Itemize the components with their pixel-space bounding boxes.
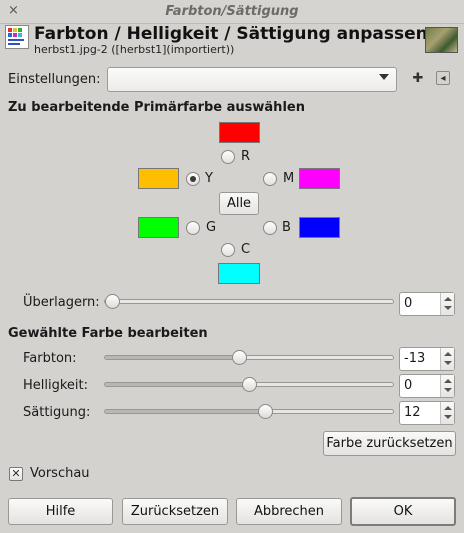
left-arrow-icon[interactable]: ◂ <box>436 71 450 85</box>
swatch-red[interactable] <box>219 122 260 143</box>
spin-down-icon[interactable] <box>444 415 452 419</box>
lightness-spinbox[interactable]: 0 <box>399 374 455 398</box>
image-name: herbst1.jpg-2 ([herbst1](importiert)) <box>34 43 235 56</box>
radio-magenta-label: M <box>283 171 295 186</box>
help-button[interactable]: Hilfe <box>8 498 113 525</box>
radio-blue[interactable] <box>263 221 277 235</box>
saturation-value: 12 <box>404 405 421 420</box>
radio-yellow-label: Y <box>205 171 213 186</box>
window-title: Farbton/Sättigung <box>165 4 299 19</box>
lightness-label: Helligkeit: <box>23 378 89 393</box>
swatch-yellow[interactable] <box>138 168 179 189</box>
spin-arrows[interactable] <box>440 293 454 315</box>
settings-dropdown[interactable] <box>107 67 397 92</box>
lightness-slider-knob[interactable] <box>242 377 257 392</box>
primary-color-heading: Zu bearbeitende Primärfarbe auswählen <box>8 100 305 115</box>
swatch-green[interactable] <box>138 217 179 238</box>
saturation-slider-knob[interactable] <box>258 404 273 419</box>
title-bar: × Farbton/Sättigung <box>0 0 464 24</box>
radio-red-label: R <box>241 149 251 164</box>
hue-slider-fill <box>105 356 239 359</box>
overlap-slider-knob[interactable] <box>105 294 120 309</box>
radio-green-label: G <box>206 220 217 235</box>
saturation-slider-fill <box>105 410 265 413</box>
edit-color-heading: Gewählte Farbe bearbeiten <box>8 326 208 341</box>
cancel-button[interactable]: Abbrechen <box>236 498 342 525</box>
dialog-heading: Farbton / Helligkeit / Sättigung anpasse… <box>34 24 428 44</box>
hue-saturation-tool-icon <box>5 25 29 49</box>
saturation-label: Sättigung: <box>23 405 91 420</box>
saturation-slider[interactable] <box>104 404 394 419</box>
spin-arrows[interactable] <box>440 375 454 397</box>
overlap-slider[interactable] <box>104 294 394 309</box>
spin-up-icon[interactable] <box>444 297 452 301</box>
spin-up-icon[interactable] <box>444 352 452 356</box>
hue-slider-knob[interactable] <box>232 350 247 365</box>
reset-button[interactable]: Zurücksetzen <box>122 498 228 525</box>
reset-color-button[interactable]: Farbe zurücksetzen <box>323 431 456 456</box>
swatch-magenta[interactable] <box>299 168 340 189</box>
lightness-slider-fill <box>105 383 249 386</box>
chevron-down-icon <box>379 74 389 80</box>
all-colors-button[interactable]: Alle <box>219 192 259 215</box>
hue-slider[interactable] <box>104 350 394 365</box>
preview-label: Vorschau <box>30 466 90 481</box>
radio-yellow[interactable] <box>186 172 200 186</box>
spin-down-icon[interactable] <box>444 388 452 392</box>
radio-red[interactable] <box>221 150 235 164</box>
radio-magenta[interactable] <box>263 172 277 186</box>
radio-blue-label: B <box>282 220 291 235</box>
lightness-slider[interactable] <box>104 377 394 392</box>
radio-green[interactable] <box>186 221 200 235</box>
hue-label: Farbton: <box>23 351 77 366</box>
lightness-value: 0 <box>404 378 413 393</box>
radio-cyan[interactable] <box>221 243 235 257</box>
overlap-label: Überlagern: <box>23 295 100 310</box>
spin-down-icon[interactable] <box>444 361 452 365</box>
settings-label: Einstellungen: <box>8 72 101 87</box>
swatch-cyan[interactable] <box>218 263 260 284</box>
radio-cyan-label: C <box>241 242 251 257</box>
preview-checkbox[interactable]: ✕ <box>9 467 23 481</box>
overlap-value: 0 <box>404 296 413 311</box>
spin-up-icon[interactable] <box>444 406 452 410</box>
hue-value: -13 <box>404 351 426 366</box>
overlap-spinbox[interactable]: 0 <box>399 292 455 316</box>
image-thumbnail <box>425 27 458 53</box>
spin-up-icon[interactable] <box>444 379 452 383</box>
swatch-blue[interactable] <box>299 217 340 238</box>
spin-arrows[interactable] <box>440 348 454 370</box>
saturation-spinbox[interactable]: 12 <box>399 401 455 425</box>
hue-spinbox[interactable]: -13 <box>399 347 455 371</box>
spin-down-icon[interactable] <box>444 306 452 310</box>
spin-arrows[interactable] <box>440 402 454 424</box>
ok-button[interactable]: OK <box>350 497 456 526</box>
plus-icon[interactable]: ✚ <box>410 71 426 87</box>
